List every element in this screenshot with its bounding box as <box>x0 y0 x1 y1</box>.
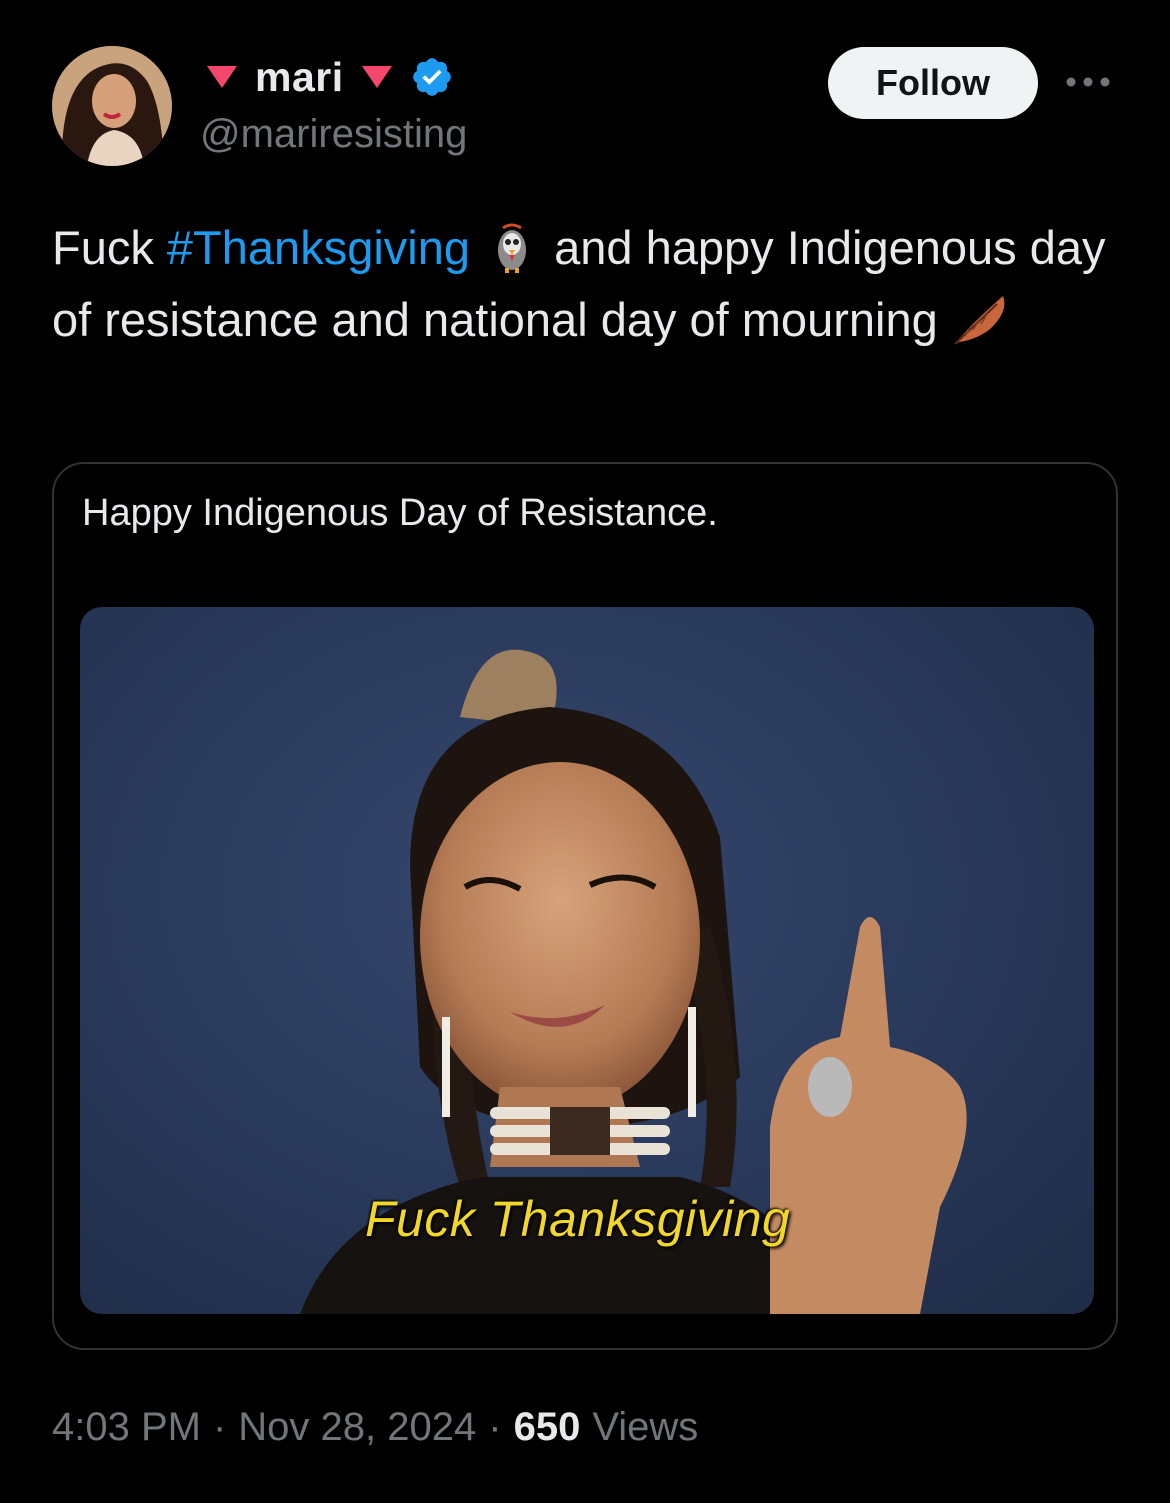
verified-badge-icon[interactable] <box>410 55 454 99</box>
tweet-meta: 4:03 PM · Nov 28, 2024 · 650 Views <box>52 1405 698 1450</box>
quoted-post-card[interactable]: Happy Indigenous Day of Resistance. Fuck… <box>52 462 1118 1350</box>
turkey-icon <box>498 223 527 273</box>
more-options-icon[interactable] <box>1062 72 1114 92</box>
post-time[interactable]: 4:03 PM <box>52 1405 201 1450</box>
separator: · <box>488 1405 502 1449</box>
hashtag-link[interactable]: #Thanksgiving <box>167 221 470 274</box>
display-name[interactable]: mari <box>249 54 350 101</box>
quoted-image[interactable]: Fuck Thanksgiving <box>80 607 1094 1314</box>
author-handle[interactable]: @mariresisting <box>200 112 467 157</box>
tweet-text-lead: Fuck <box>52 221 167 274</box>
views-label: Views <box>592 1405 699 1449</box>
follow-button[interactable]: Follow <box>828 47 1038 119</box>
post-date[interactable]: Nov 28, 2024 <box>238 1405 476 1450</box>
tweet: mari @mariresisting Follow Fuck #Thanksg… <box>0 0 1170 1503</box>
tweet-text: Fuck #Thanksgiving and happy Indigenous … <box>52 212 1132 356</box>
feather-icon <box>954 296 1005 345</box>
avatar[interactable] <box>52 46 172 166</box>
views-count[interactable]: 650 <box>514 1405 581 1450</box>
quoted-caption: Happy Indigenous Day of Resistance. <box>82 492 718 534</box>
image-subtitle: Fuck Thanksgiving <box>365 1191 791 1247</box>
red-down-triangle-icon <box>361 66 392 88</box>
separator: · <box>212 1405 227 1449</box>
red-down-triangle-icon <box>207 66 237 88</box>
author-name-row[interactable]: mari <box>205 52 454 102</box>
